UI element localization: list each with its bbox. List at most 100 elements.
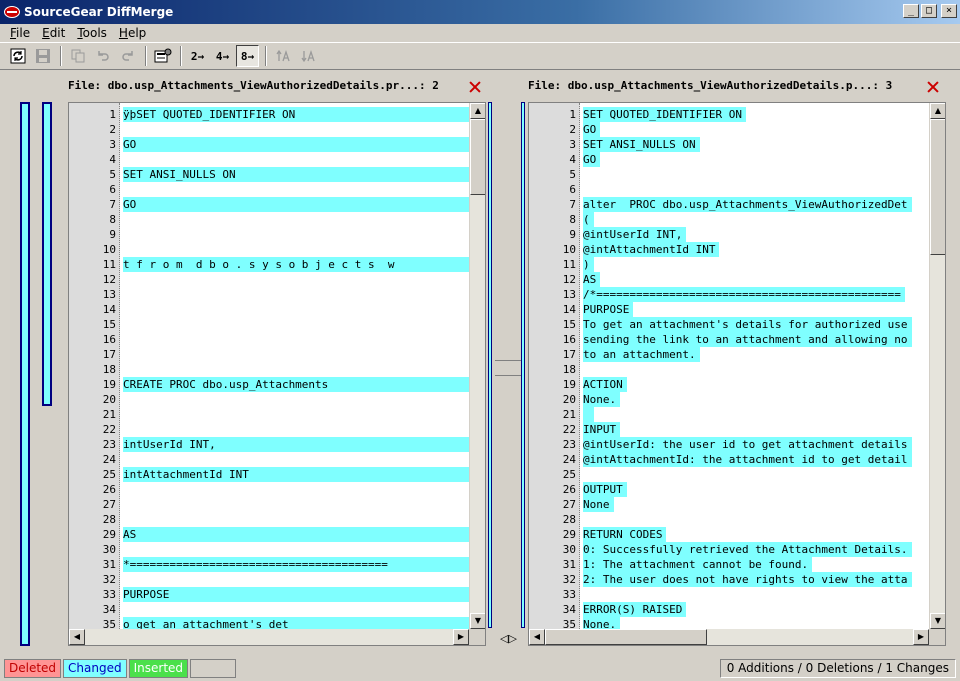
legend-deleted: Deleted <box>4 659 62 678</box>
line-text: ( <box>583 212 594 227</box>
close-button[interactable]: × <box>941 4 957 18</box>
diff-line: 26 OUTPUT <box>529 482 945 497</box>
next-change-icon[interactable] <box>271 45 294 67</box>
line-number: 20 <box>102 393 116 406</box>
menu-edit[interactable]: Edit <box>36 26 71 40</box>
line-number: 25 <box>102 468 116 481</box>
line-number: 11 <box>102 258 116 271</box>
diff-line: 30 0: Successfully retrieved the Attachme… <box>529 542 945 557</box>
diff-line: 28 <box>529 512 945 527</box>
diff-line: 34 ERROR(S) RAISED <box>529 602 945 617</box>
diff-line: 8 <box>69 212 485 227</box>
line-number: 3 <box>109 138 116 151</box>
line-number: 30 <box>562 543 576 556</box>
menu-help[interactable]: Help <box>113 26 152 40</box>
diff-line: 7 GO <box>69 197 485 212</box>
line-number: 28 <box>102 513 116 526</box>
diff-line: 23 @intUserId: the user id to get attachm… <box>529 437 945 452</box>
line-number: 23 <box>562 438 576 451</box>
diff-line: 19 CREATE PROC dbo.usp_Attachments <box>69 377 485 392</box>
line-number: 17 <box>102 348 116 361</box>
line-number: 14 <box>562 303 576 316</box>
tab-8-button[interactable]: 8→ <box>236 45 259 67</box>
diff-line: 21 <box>529 407 945 422</box>
minimize-button[interactable]: _ <box>903 4 919 18</box>
left-pane[interactable]: 1 ÿþSET QUOTED_IDENTIFIER ON 2 3 GO 4 5 SET ANS… <box>68 102 486 646</box>
left-horizontal-scrollbar[interactable]: ◀ ▶ <box>69 629 469 645</box>
save-icon[interactable] <box>31 45 54 67</box>
diff-line: 32 2: The user does not have rights to vi… <box>529 572 945 587</box>
tab-8-label: 8→ <box>240 49 255 63</box>
diff-line: 11) <box>529 257 945 272</box>
maximize-button[interactable]: □ <box>921 4 937 18</box>
tab-4-button[interactable]: 4→ <box>211 45 234 67</box>
line-text-container: GO <box>583 152 945 167</box>
left-vscroll-thumb[interactable] <box>470 119 485 195</box>
line-text-container: @intAttachmentId: the attachment id to g… <box>583 452 945 467</box>
line-text-container: alter PROC dbo.usp_Attachments_ViewAutho… <box>583 197 945 212</box>
line-text: @intUserId: the user id to get attachmen… <box>583 437 912 452</box>
line-number: 29 <box>562 528 576 541</box>
undo-icon[interactable] <box>91 45 114 67</box>
diff-line: 12 AS <box>529 272 945 287</box>
line-text: SET ANSI_NULLS ON <box>583 137 700 152</box>
line-number: 31 <box>102 558 116 571</box>
diff-line: 31 1: The attachment cannot be found. <box>529 557 945 572</box>
line-text: None <box>583 497 614 512</box>
scroll-right-icon[interactable]: ▶ <box>453 629 469 645</box>
diff-line: 13 /*====================================… <box>529 287 945 302</box>
right-vertical-scrollbar[interactable]: ▲ ▼ <box>929 103 945 629</box>
line-number: 6 <box>109 183 116 196</box>
redo-icon[interactable] <box>116 45 139 67</box>
refresh-icon[interactable] <box>6 45 29 67</box>
line-number: 4 <box>109 153 116 166</box>
line-text-container: To get an attachment's details for autho… <box>583 317 945 332</box>
line-number: 9 <box>109 228 116 241</box>
scroll-left-icon[interactable]: ◀ <box>529 629 545 645</box>
right-hscroll-thumb[interactable] <box>545 629 707 645</box>
menu-file[interactable]: File <box>4 26 36 40</box>
left-overview-thumb[interactable] <box>42 102 52 406</box>
menu-tools[interactable]: Tools <box>71 26 113 40</box>
line-text-container: PURPOSE <box>123 587 485 602</box>
line-text-container: @intAttachmentId INT <box>583 242 945 257</box>
line-text-container: ÿþSET QUOTED_IDENTIFIER ON <box>123 107 485 122</box>
diff-line: 25 <box>529 467 945 482</box>
sync-scroll-icon[interactable]: ◁▷ <box>500 632 517 645</box>
right-pane[interactable]: 1 SET QUOTED_IDENTIFIER ON 2 GO 3 SET ANSI_NU… <box>528 102 946 646</box>
scroll-down-icon[interactable]: ▼ <box>470 613 485 629</box>
line-number: 5 <box>109 168 116 181</box>
diff-line: 28 <box>69 512 485 527</box>
line-text-container: SET QUOTED_IDENTIFIER ON <box>583 107 945 122</box>
right-vscroll-thumb[interactable] <box>930 119 945 255</box>
options-icon[interactable] <box>151 45 174 67</box>
scroll-right-icon[interactable]: ▶ <box>913 629 929 645</box>
diff-line: 17 <box>69 347 485 362</box>
pane-splitter[interactable] <box>495 360 521 376</box>
scroll-left-icon[interactable]: ◀ <box>69 629 85 645</box>
scroll-corner <box>469 629 485 645</box>
line-text-container: ) <box>583 257 945 272</box>
line-text: @intUserId INT, <box>583 227 687 242</box>
diff-line: 25 intAttachmentId INT <box>69 467 485 482</box>
left-overview-bar[interactable] <box>20 102 30 646</box>
scroll-down-icon[interactable]: ▼ <box>930 613 945 629</box>
line-text: 2: The user does not have rights to view… <box>583 572 912 587</box>
line-text-container: None. <box>583 392 945 407</box>
line-number: 26 <box>562 483 576 496</box>
right-close-file-icon[interactable] <box>926 80 940 94</box>
copy-icon[interactable] <box>66 45 89 67</box>
right-horizontal-scrollbar[interactable]: ◀ ▶ <box>529 629 929 645</box>
line-text: PURPOSE <box>123 587 485 602</box>
line-number: 6 <box>569 183 576 196</box>
right-file-header: File: dbo.usp_Attachments_ViewAuthorized… <box>528 79 893 92</box>
left-close-file-icon[interactable] <box>468 80 482 94</box>
left-vertical-scrollbar[interactable]: ▲ ▼ <box>469 103 485 629</box>
tab-2-button[interactable]: 2→ <box>186 45 209 67</box>
prev-change-icon[interactable] <box>296 45 319 67</box>
scroll-up-icon[interactable]: ▲ <box>470 103 485 119</box>
diff-line: 33 PURPOSE <box>69 587 485 602</box>
scroll-up-icon[interactable]: ▲ <box>930 103 945 119</box>
line-number: 10 <box>102 243 116 256</box>
line-number: 1 <box>109 108 116 121</box>
